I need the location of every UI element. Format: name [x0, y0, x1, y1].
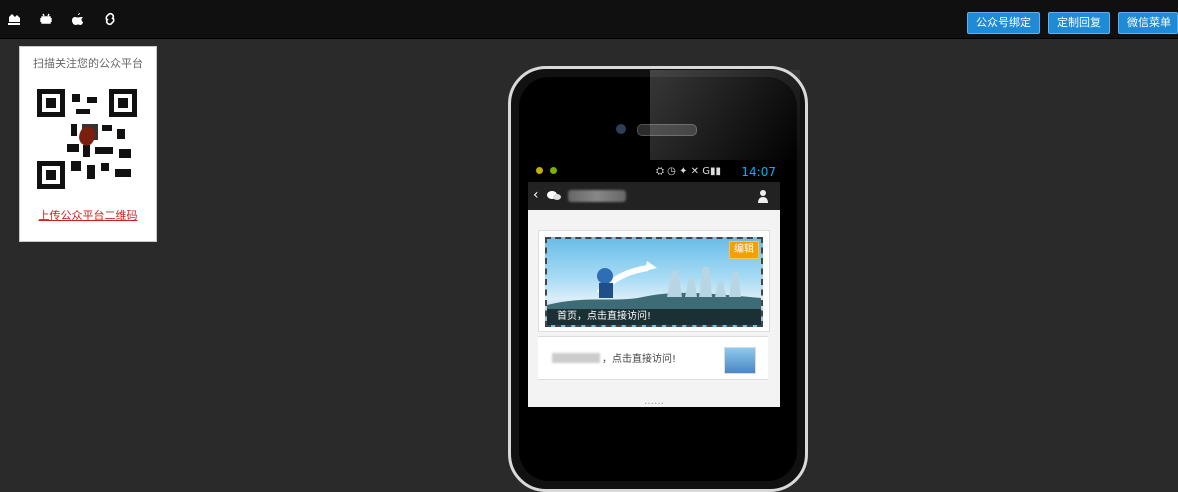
chat-navbar: ‹: [528, 182, 780, 211]
message-content: 编辑 首页，点击直接访问! ，点击直接访问! ……: [528, 210, 780, 407]
edit-button[interactable]: 编辑: [729, 241, 759, 259]
banner-caption: 首页，点击直接访问!: [547, 309, 761, 325]
phone-gloss: [650, 70, 800, 160]
status-time: 14:07: [741, 165, 776, 179]
status-icons: ⛭ ◷ ✦ ✕ G▮▮: [656, 166, 721, 177]
custom-icon[interactable]: [6, 11, 22, 27]
ellipsis-text: ……: [644, 396, 664, 407]
row-text: ，点击直接访问!: [552, 350, 676, 365]
back-icon[interactable]: ‹: [533, 187, 539, 203]
banner-image[interactable]: 编辑 首页，点击直接访问!: [545, 237, 763, 327]
platform-icons: [6, 11, 118, 27]
status-bar: ⛭ ◷ ✦ ✕ G▮▮ 14:07: [528, 163, 780, 182]
camera-icon: [616, 124, 626, 134]
wechat-icon: [546, 188, 562, 202]
wechat-menu-button[interactable]: 微信菜单: [1118, 12, 1178, 34]
upload-qr-link[interactable]: 上传公众平台二维码: [20, 207, 156, 223]
apple-icon[interactable]: [70, 11, 86, 27]
account-name: [568, 190, 626, 202]
status-dot-icon: [550, 167, 557, 174]
android-icon[interactable]: [38, 11, 54, 27]
link-icon[interactable]: [102, 11, 118, 27]
user-icon[interactable]: [756, 188, 770, 204]
qr-code-icon: [37, 89, 137, 189]
qr-title: 扫描关注您的公众平台: [33, 57, 143, 70]
bind-account-button[interactable]: 公众号绑定: [967, 12, 1040, 34]
custom-reply-button[interactable]: 定制回复: [1048, 12, 1110, 34]
qr-card: 扫描关注您的公众平台 上传公众平台二维码: [19, 46, 157, 242]
top-buttons: 公众号绑定 定制回复 微信菜单: [967, 12, 1178, 34]
article-row[interactable]: ，点击直接访问!: [538, 336, 768, 380]
thumbnail-image: [724, 347, 756, 374]
top-toolbar: 公众号绑定 定制回复 微信菜单: [0, 0, 1178, 39]
status-dot-icon: [536, 167, 543, 174]
article-card: 编辑 首页，点击直接访问!: [538, 230, 770, 332]
phone-screen: ⛭ ◷ ✦ ✕ G▮▮ 14:07 ‹ 编辑 首页，点击直接访问! ，点击直接访…: [528, 163, 780, 407]
